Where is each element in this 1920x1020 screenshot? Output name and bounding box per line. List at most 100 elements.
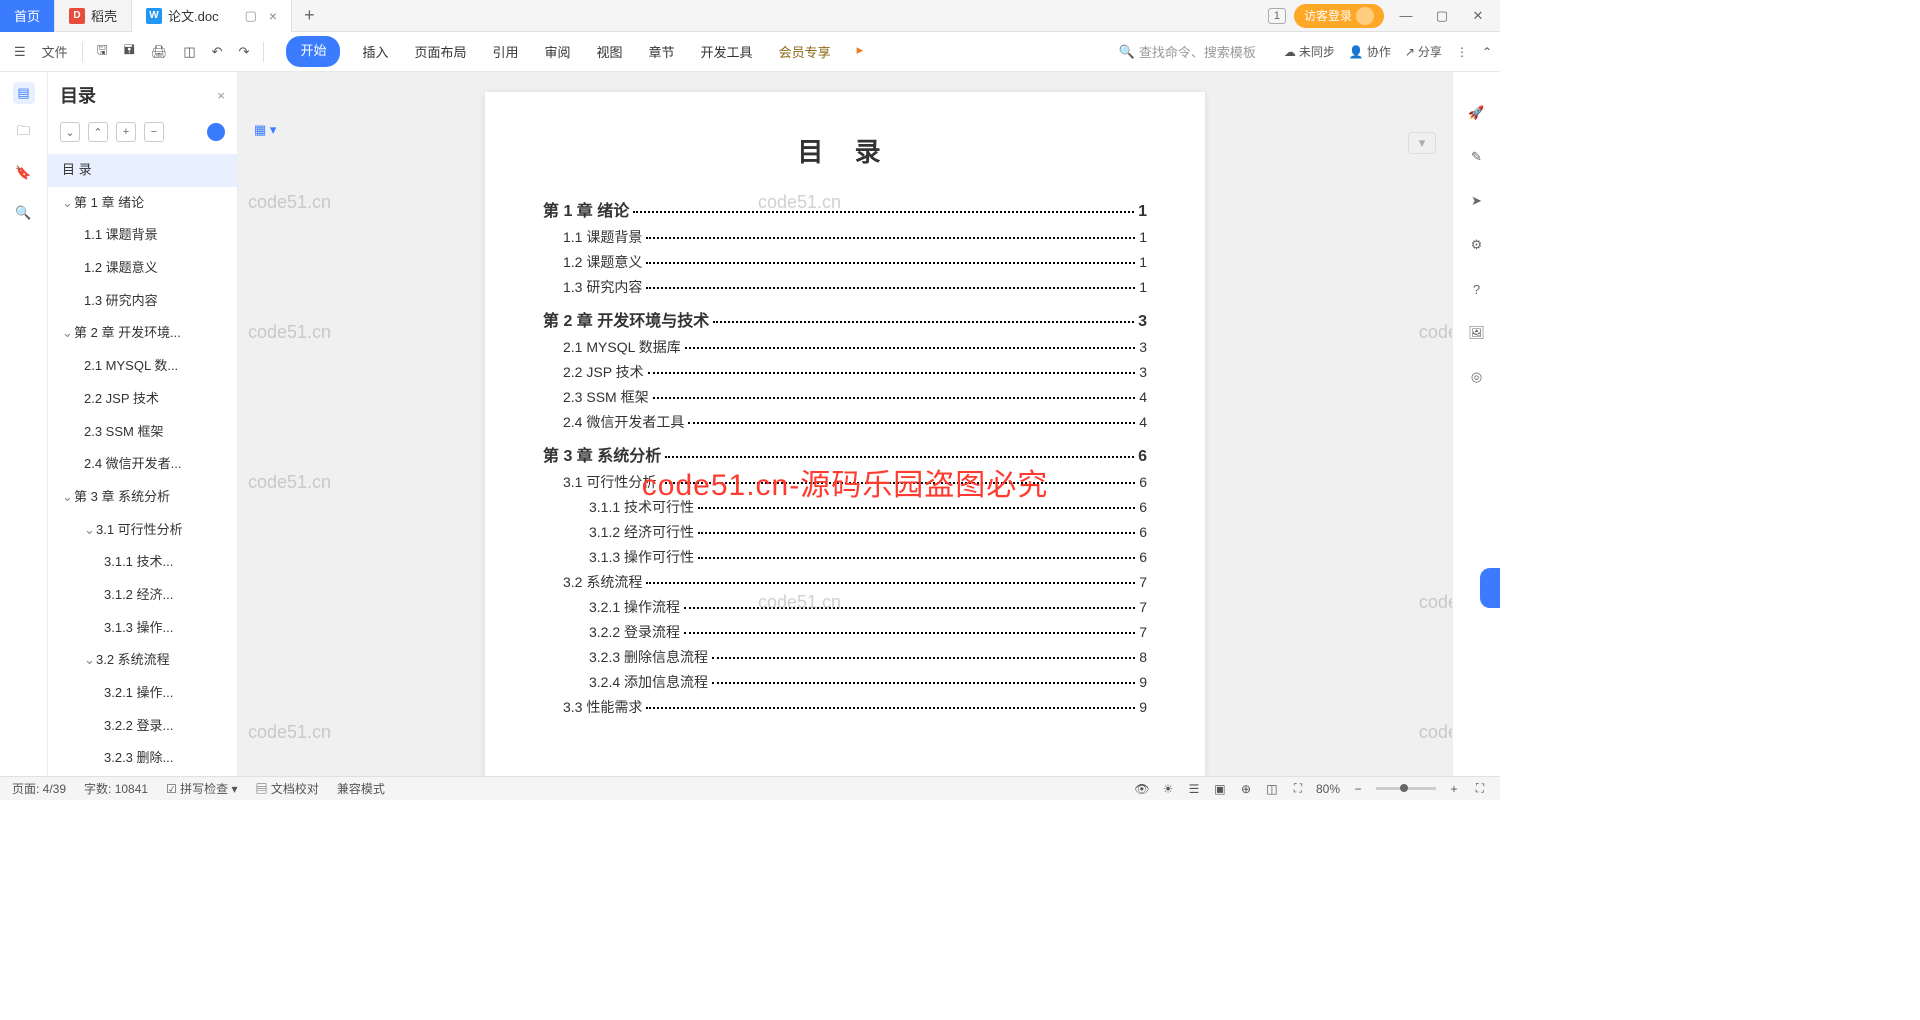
folder-sidebar-icon[interactable]: 🗀 xyxy=(13,122,35,144)
page-view-icon[interactable]: ▣ xyxy=(1212,781,1228,797)
menu-tab-layout[interactable]: 页面布局 xyxy=(410,36,470,67)
toc-entry[interactable]: 3.2.3 删除信息流程8 xyxy=(543,647,1147,667)
search-sidebar-icon[interactable]: 🔍 xyxy=(13,202,35,224)
toc-entry[interactable]: 3.1 可行性分析6 xyxy=(543,472,1147,492)
toc-entry[interactable]: 第 3 章 系统分析6 xyxy=(543,442,1147,466)
rocket-icon[interactable]: 🚀 xyxy=(1466,102,1488,124)
outline-item[interactable]: 1.2 课题意义 xyxy=(48,252,237,285)
minimize-button[interactable]: — xyxy=(1392,4,1420,28)
outline-item[interactable]: 2.3 SSM 框架 xyxy=(48,416,237,449)
web-view-icon[interactable]: ⊕ xyxy=(1238,781,1254,797)
collab-button[interactable]: 👤协作 xyxy=(1349,43,1391,60)
side-tag[interactable] xyxy=(1480,568,1500,608)
eye-icon[interactable]: 👁 xyxy=(1134,781,1150,797)
menu-tab-devtools[interactable]: 开发工具 xyxy=(697,36,757,67)
add-outline-icon[interactable]: + xyxy=(116,122,136,142)
remove-outline-icon[interactable]: − xyxy=(144,122,164,142)
close-icon[interactable]: × xyxy=(269,8,277,24)
outline-item[interactable]: ⌄第 1 章 绪论 xyxy=(48,187,237,220)
outline-sidebar-icon[interactable]: ▤ xyxy=(13,82,35,104)
help-icon[interactable]: ? xyxy=(1466,278,1488,300)
toc-entry[interactable]: 2.4 微信开发者工具4 xyxy=(543,412,1147,432)
outline-item[interactable]: ⌄3.1 可行性分析 xyxy=(48,514,237,547)
toc-entry[interactable]: 1.2 课题意义1 xyxy=(543,252,1147,272)
toc-entry[interactable]: 第 1 章 绪论1 xyxy=(543,197,1147,221)
outline-badge-icon[interactable] xyxy=(207,123,225,141)
toc-entry[interactable]: 3.1.3 操作可行性6 xyxy=(543,547,1147,567)
collapse-all-icon[interactable]: ⌄ xyxy=(60,122,80,142)
fit-icon[interactable]: ⛶ xyxy=(1290,781,1306,797)
menu-icon[interactable]: ☰ xyxy=(8,40,32,64)
outline-item[interactable]: ⌄3.2 系统流程 xyxy=(48,644,237,677)
maximize-button[interactable]: ▢ xyxy=(1428,4,1456,28)
image-icon[interactable]: 🖼 xyxy=(1466,322,1488,344)
proofread-button[interactable]: ▤ 文档校对 xyxy=(256,780,319,797)
tab-home[interactable]: 首页 xyxy=(0,0,55,32)
outline-close-icon[interactable]: × xyxy=(217,88,225,103)
outline-item[interactable]: 2.2 JSP 技术 xyxy=(48,383,237,416)
undo-icon[interactable]: ↶ xyxy=(206,40,229,64)
page-indicator[interactable]: 页面: 4/39 xyxy=(12,780,66,797)
search-input[interactable]: 🔍查找命令、搜索模板 xyxy=(1111,42,1264,61)
tab-docker[interactable]: D稻壳 xyxy=(55,0,132,32)
window-count-icon[interactable]: 1 xyxy=(1268,8,1286,24)
outline-item[interactable]: 1.3 研究内容 xyxy=(48,285,237,318)
preview-icon[interactable]: ◫ xyxy=(177,40,201,64)
outline-item[interactable]: ⌄第 3 章 系统分析 xyxy=(48,481,237,514)
toc-entry[interactable]: 2.3 SSM 框架4 xyxy=(543,387,1147,407)
zoom-out-icon[interactable]: − xyxy=(1350,781,1366,797)
outline-item[interactable]: 3.1.1 技术... xyxy=(48,546,237,579)
outline-item[interactable]: 1.1 课题背景 xyxy=(48,219,237,252)
collapse-icon[interactable]: ⌃ xyxy=(1482,45,1492,59)
outline-item[interactable]: 3.2.3 删除... xyxy=(48,742,237,775)
fullscreen-icon[interactable]: ⛶ xyxy=(1472,781,1488,797)
toc-entry[interactable]: 3.3 性能需求9 xyxy=(543,697,1147,717)
add-tab-button[interactable]: + xyxy=(292,5,327,26)
toc-entry[interactable]: 2.2 JSP 技术3 xyxy=(543,362,1147,382)
toc-entry[interactable]: 第 2 章 开发环境与技术3 xyxy=(543,307,1147,331)
toc-entry[interactable]: 3.1.1 技术可行性6 xyxy=(543,497,1147,517)
menu-tab-review[interactable]: 审阅 xyxy=(541,36,575,67)
toc-entry[interactable]: 1.1 课题背景1 xyxy=(543,227,1147,247)
print-icon[interactable]: 🖨 xyxy=(145,40,174,64)
edit-icon[interactable]: ✎ xyxy=(1466,146,1488,168)
outline-item[interactable]: 2.4 微信开发者... xyxy=(48,448,237,481)
divider-icon[interactable]: ◫ xyxy=(1264,781,1280,797)
outline-item[interactable]: 3.2.4 添加... xyxy=(48,775,237,776)
close-button[interactable]: ✕ xyxy=(1464,4,1492,28)
brightness-icon[interactable]: ☀ xyxy=(1160,781,1176,797)
page-options-icon[interactable]: ▾ xyxy=(1408,132,1436,154)
outline-item[interactable]: ⌄第 2 章 开发环境... xyxy=(48,317,237,350)
screen-icon[interactable]: ▢ xyxy=(245,8,257,24)
outline-item[interactable]: 3.1.2 经济... xyxy=(48,579,237,612)
expand-all-icon[interactable]: ⌃ xyxy=(88,122,108,142)
menu-tab-vip[interactable]: 会员专享 xyxy=(775,36,835,67)
toc-entry[interactable]: 1.3 研究内容1 xyxy=(543,277,1147,297)
target-icon[interactable]: ◎ xyxy=(1466,366,1488,388)
toc-entry[interactable]: 3.2.2 登录流程7 xyxy=(543,622,1147,642)
spellcheck-button[interactable]: ☑ 拼写检查 ▾ xyxy=(166,780,237,797)
redo-icon[interactable]: ↷ xyxy=(233,40,256,64)
save-as-icon[interactable]: 🖬 xyxy=(118,37,141,67)
zoom-slider[interactable] xyxy=(1376,787,1436,790)
list-view-icon[interactable]: ☰ xyxy=(1186,781,1202,797)
toc-entry[interactable]: 3.2.4 添加信息流程9 xyxy=(543,672,1147,692)
tab-document[interactable]: W论文.doc▢× xyxy=(132,0,292,32)
toc-entry[interactable]: 2.1 MYSQL 数据库3 xyxy=(543,337,1147,357)
cursor-icon[interactable]: ➤ xyxy=(1466,190,1488,212)
menu-more-icon[interactable]: ▸ xyxy=(853,36,868,67)
toc-entry[interactable]: 3.2 系统流程7 xyxy=(543,572,1147,592)
outline-item[interactable]: 3.2.1 操作... xyxy=(48,677,237,710)
outline-item[interactable]: 3.1.3 操作... xyxy=(48,612,237,645)
menu-tab-view[interactable]: 视图 xyxy=(593,36,627,67)
toc-entry[interactable]: 3.2.1 操作流程7 xyxy=(543,597,1147,617)
settings-icon[interactable]: ⚙ xyxy=(1466,234,1488,256)
document-area[interactable]: ▦ ▾ ▾ 目 录 第 1 章 绪论11.1 课题背景11.2 课题意义11.3… xyxy=(238,72,1452,776)
file-menu[interactable]: 文件 xyxy=(36,38,74,65)
outline-item[interactable]: 3.2.2 登录... xyxy=(48,710,237,743)
outline-item[interactable]: 目 录 xyxy=(48,154,237,187)
toc-entry[interactable]: 3.1.2 经济可行性6 xyxy=(543,522,1147,542)
menu-tab-start[interactable]: 开始 xyxy=(286,36,340,67)
menu-tab-reference[interactable]: 引用 xyxy=(488,36,522,67)
page-nav-icon[interactable]: ▦ ▾ xyxy=(254,122,276,138)
